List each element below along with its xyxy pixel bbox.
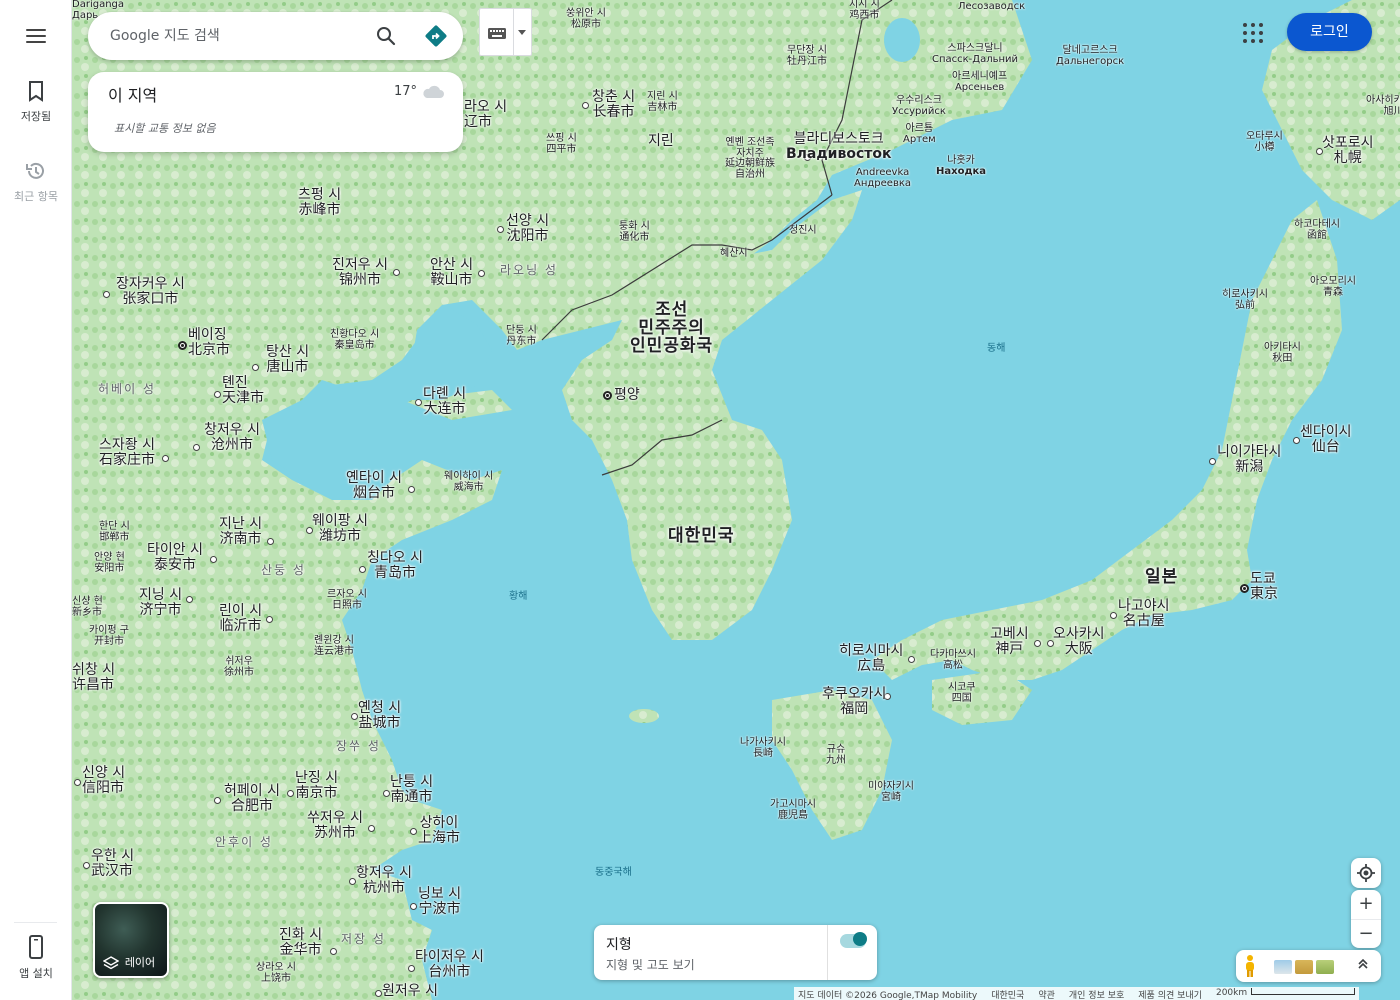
scale-bar[interactable]: 200km (1216, 988, 1356, 1000)
chevron-down-icon[interactable] (518, 30, 526, 35)
terrain-subtitle: 지형 및 고도 보기 (606, 958, 695, 972)
city-marker[interactable] (1034, 640, 1041, 647)
city-marker[interactable] (368, 825, 375, 832)
city-marker[interactable] (497, 226, 504, 233)
city-marker[interactable] (408, 965, 415, 972)
zoom-controls: + − (1351, 890, 1381, 948)
apps-grid-icon[interactable] (1240, 20, 1266, 46)
imagery-thumbnails (1274, 959, 1337, 978)
capital-marker[interactable] (1240, 584, 1249, 593)
city-marker[interactable] (349, 878, 356, 885)
city-marker[interactable] (351, 713, 358, 720)
saved-button[interactable]: 저장됨 (0, 80, 72, 124)
city-marker[interactable] (383, 790, 390, 797)
capital-marker[interactable] (178, 341, 187, 350)
menu-icon[interactable] (24, 26, 48, 46)
city-marker[interactable] (252, 364, 259, 371)
search-icon[interactable] (374, 24, 398, 48)
search-box (88, 12, 463, 60)
city-marker[interactable] (83, 862, 90, 869)
divider (827, 925, 828, 980)
city-marker[interactable] (375, 990, 382, 997)
city-marker[interactable] (1209, 458, 1216, 465)
city-marker[interactable] (103, 291, 110, 298)
terrain-toggle[interactable] (840, 932, 867, 948)
city-marker[interactable] (1316, 148, 1323, 155)
city-marker[interactable] (908, 656, 915, 663)
city-marker[interactable] (287, 790, 294, 797)
my-location-button[interactable] (1351, 858, 1381, 888)
layers-label: 레이어 (124, 956, 156, 969)
terrain-title: 지형 (606, 937, 632, 953)
city-marker[interactable] (582, 102, 589, 109)
zoom-out-button[interactable]: − (1351, 919, 1381, 948)
login-button[interactable]: 로그인 (1287, 13, 1372, 51)
bookmark-icon (29, 81, 43, 102)
city-marker[interactable] (408, 486, 415, 493)
city-marker[interactable] (193, 444, 200, 451)
city-marker[interactable] (1110, 612, 1117, 619)
thumbnail[interactable] (1316, 960, 1334, 974)
japan-kyushu (772, 690, 892, 840)
input-tools (479, 8, 532, 56)
recent-label: 최근 항목 (14, 190, 58, 203)
zoom-in-button[interactable]: + (1351, 890, 1381, 919)
attribution-bar: 지도 데이터 ©2026 Google,TMap Mobility 대한민국 약… (794, 987, 1360, 1000)
map-data-text: 지도 데이터 ©2026 Google,TMap Mobility (798, 991, 978, 1000)
city-marker[interactable] (214, 797, 221, 804)
city-marker[interactable] (884, 693, 891, 700)
directions-icon[interactable] (424, 24, 448, 48)
install-app-button[interactable]: 앱 설치 (0, 935, 72, 981)
city-marker[interactable] (214, 391, 221, 398)
country-link[interactable]: 대한민국 (991, 988, 1024, 1000)
pegman-icon[interactable] (1242, 954, 1258, 978)
cloud-icon (423, 85, 444, 98)
history-icon (26, 162, 44, 179)
city-marker[interactable] (415, 399, 422, 406)
terms-link[interactable]: 약관 (1038, 988, 1055, 1000)
privacy-link[interactable]: 개인 정보 보호 (1069, 988, 1124, 1000)
capital-marker[interactable] (603, 391, 612, 400)
thumbnail[interactable] (1274, 960, 1292, 974)
recent-button[interactable]: 최근 항목 (0, 160, 72, 204)
city-marker[interactable] (1047, 640, 1054, 647)
area-info-card[interactable]: 이 지역 17° 표시할 교통 정보 없음 (88, 72, 463, 152)
city-marker[interactable] (410, 903, 417, 910)
city-marker[interactable] (267, 538, 274, 545)
japan-honshu (872, 200, 1342, 680)
feedback-link[interactable]: 제품 의견 보내기 (1138, 988, 1202, 1000)
city-marker[interactable] (210, 556, 217, 563)
terrain-card[interactable]: 지형 지형 및 고도 보기 (594, 925, 877, 980)
city-marker[interactable] (804, 154, 811, 161)
city-marker[interactable] (266, 616, 273, 623)
search-input[interactable] (110, 24, 360, 48)
jeju-island (629, 709, 659, 723)
lake-khanka (884, 18, 920, 62)
thumbnail[interactable] (1295, 960, 1313, 974)
temperature: 17° (394, 84, 418, 99)
city-marker[interactable] (186, 596, 193, 603)
city-marker[interactable] (410, 828, 417, 835)
install-app-label: 앱 설치 (19, 967, 53, 980)
phone-icon (29, 935, 43, 959)
city-marker[interactable] (393, 269, 400, 276)
keyboard-icon[interactable] (486, 22, 508, 44)
area-title: 이 지역 (108, 86, 158, 105)
rail-divider (14, 922, 57, 923)
street-view-bar (1236, 950, 1381, 982)
saved-label: 저장됨 (20, 110, 52, 123)
city-marker[interactable] (1293, 437, 1300, 444)
city-marker[interactable] (330, 948, 337, 955)
divider (513, 9, 514, 55)
layers-button[interactable]: 레이어 (93, 902, 169, 978)
city-marker[interactable] (162, 455, 169, 462)
city-marker[interactable] (359, 566, 366, 573)
city-marker[interactable] (306, 527, 313, 534)
traffic-note: 표시할 교통 정보 없음 (114, 122, 216, 135)
city-marker[interactable] (74, 779, 81, 786)
city-marker[interactable] (478, 270, 485, 277)
chevron-up-icon[interactable] (1356, 957, 1370, 971)
side-rail: 저장됨 최근 항목 앱 설치 (0, 0, 72, 1000)
my-location-icon (1357, 864, 1375, 882)
